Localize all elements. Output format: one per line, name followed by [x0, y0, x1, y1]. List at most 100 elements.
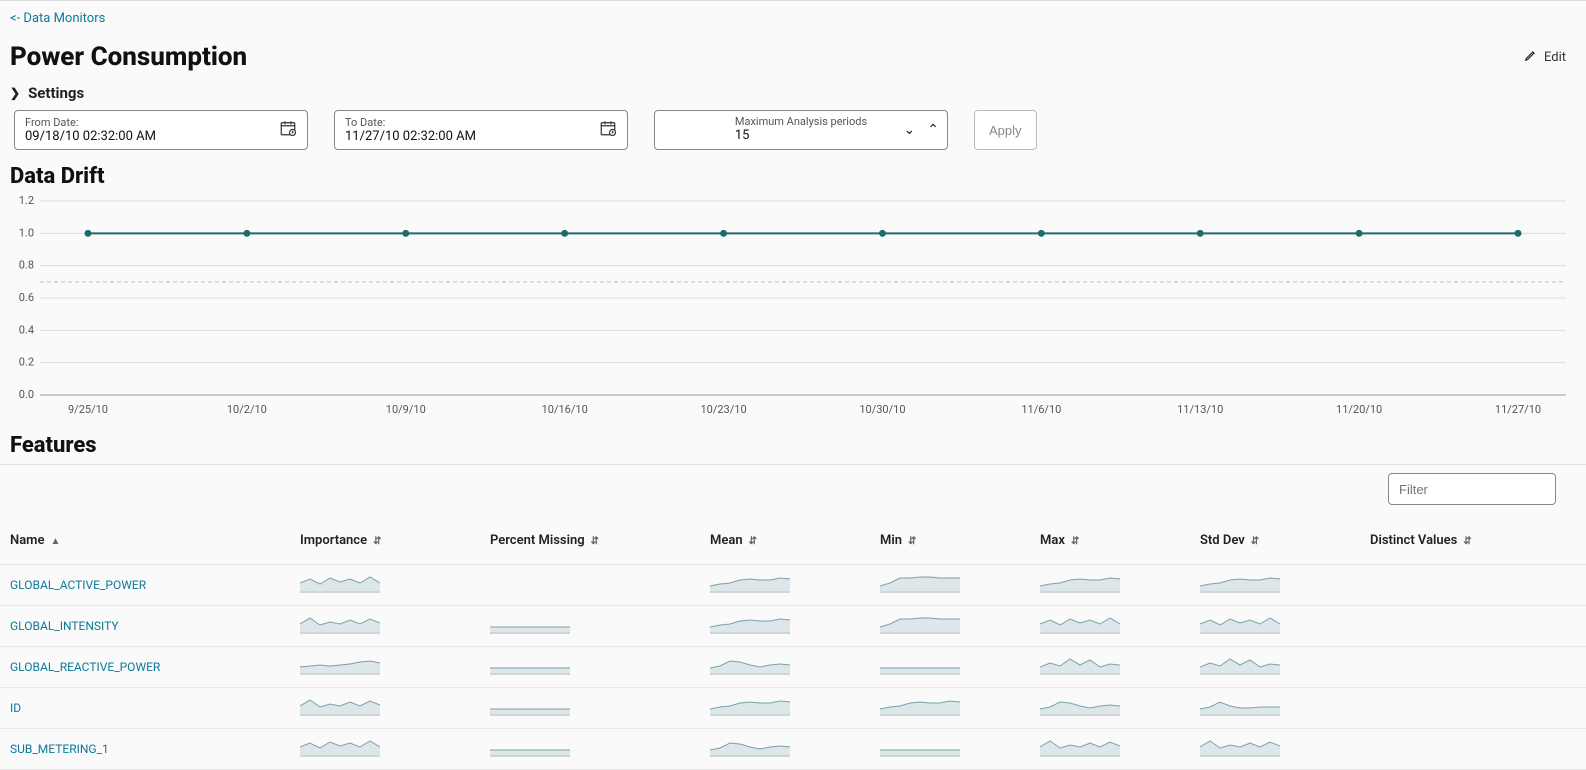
sparkline-pctmissing	[480, 565, 700, 606]
sparkline-max	[1030, 729, 1190, 770]
sparkline-min	[870, 647, 1030, 688]
sparkline-std	[1190, 729, 1360, 770]
features-heading: Features	[0, 433, 1586, 464]
sparkline-distinct	[1360, 606, 1586, 647]
sparkline-importance	[290, 688, 480, 729]
sparkline-importance	[290, 606, 480, 647]
table-row: GLOBAL_ACTIVE_POWER	[0, 565, 1586, 606]
sort-icon: ⇵	[1463, 536, 1471, 547]
sparkline-distinct	[1360, 688, 1586, 729]
sparkline-mean	[700, 688, 870, 729]
table-row: GLOBAL_INTENSITY	[0, 606, 1586, 647]
calendar-icon[interactable]	[599, 119, 617, 141]
sparkline-min	[870, 729, 1030, 770]
from-date-field[interactable]: From Date: 09/18/10 02:32:00 AM	[14, 110, 308, 150]
sparkline-min	[870, 688, 1030, 729]
sparkline-max	[1030, 688, 1190, 729]
sparkline-std	[1190, 606, 1360, 647]
breadcrumb-back[interactable]: <- Data Monitors	[0, 1, 105, 32]
max-periods-value: 15	[735, 128, 867, 143]
sparkline-mean	[700, 729, 870, 770]
max-periods-stepper[interactable]: Maximum Analysis periods 15 ⌄ ⌃	[654, 110, 948, 150]
chevron-down-icon[interactable]: ⌄	[904, 122, 916, 138]
page-title: Power Consumption	[10, 42, 247, 72]
sparkline-pctmissing	[480, 647, 700, 688]
svg-text:10/16/10: 10/16/10	[542, 403, 588, 416]
svg-text:11/13/10: 11/13/10	[1177, 403, 1223, 416]
col-name[interactable]: Name▲	[0, 521, 290, 565]
sort-icon: ⇵	[1251, 536, 1259, 547]
calendar-icon[interactable]	[279, 119, 297, 141]
sparkline-pctmissing	[480, 688, 700, 729]
to-date-field[interactable]: To Date: 11/27/10 02:32:00 AM	[334, 110, 628, 150]
sort-asc-icon: ▲	[50, 536, 60, 547]
sparkline-max	[1030, 565, 1190, 606]
svg-text:10/23/10: 10/23/10	[700, 403, 746, 416]
sparkline-distinct	[1360, 729, 1586, 770]
sparkline-pctmissing	[480, 606, 700, 647]
from-date-value: 09/18/10 02:32:00 AM	[25, 129, 297, 144]
sparkline-max	[1030, 647, 1190, 688]
apply-button[interactable]: Apply	[974, 110, 1037, 150]
sparkline-std	[1190, 647, 1360, 688]
col-std[interactable]: Std Dev⇵	[1190, 521, 1360, 565]
max-periods-label: Maximum Analysis periods	[735, 115, 867, 128]
filter-input[interactable]	[1388, 473, 1556, 505]
svg-text:10/2/10: 10/2/10	[227, 403, 267, 416]
drift-chart: 0.00.20.40.60.81.01.29/25/1010/2/1010/9/…	[0, 195, 1586, 425]
sort-icon: ⇵	[373, 536, 381, 547]
col-distinct[interactable]: Distinct Values⇵	[1360, 521, 1586, 565]
feature-link[interactable]: SUB_METERING_1	[0, 729, 290, 770]
svg-text:0.2: 0.2	[19, 356, 34, 369]
sparkline-max	[1030, 606, 1190, 647]
sparkline-mean	[700, 565, 870, 606]
from-date-label: From Date:	[25, 116, 297, 129]
feature-link[interactable]: GLOBAL_INTENSITY	[0, 606, 290, 647]
sparkline-importance	[290, 565, 480, 606]
table-row: GLOBAL_REACTIVE_POWER	[0, 647, 1586, 688]
sparkline-mean	[700, 647, 870, 688]
sort-icon: ⇵	[908, 536, 916, 547]
svg-text:0.6: 0.6	[19, 291, 34, 304]
svg-text:1.2: 1.2	[19, 195, 34, 207]
sparkline-distinct	[1360, 565, 1586, 606]
edit-label: Edit	[1544, 50, 1566, 65]
features-table: Name▲ Importance⇵ Percent Missing⇵ Mean⇵…	[0, 521, 1586, 770]
settings-toggle[interactable]: ❯ Settings	[0, 80, 1586, 110]
sparkline-importance	[290, 647, 480, 688]
feature-link[interactable]: GLOBAL_ACTIVE_POWER	[0, 565, 290, 606]
to-date-value: 11/27/10 02:32:00 AM	[345, 129, 617, 144]
sort-icon: ⇵	[749, 536, 757, 547]
sparkline-min	[870, 565, 1030, 606]
svg-text:11/27/10: 11/27/10	[1495, 403, 1541, 416]
svg-text:9/25/10: 9/25/10	[68, 403, 108, 416]
sparkline-std	[1190, 688, 1360, 729]
svg-text:1.0: 1.0	[19, 226, 34, 239]
settings-label: Settings	[28, 84, 84, 102]
sparkline-std	[1190, 565, 1360, 606]
sparkline-pctmissing	[480, 729, 700, 770]
col-max[interactable]: Max⇵	[1030, 521, 1190, 565]
chevron-right-icon: ❯	[10, 86, 20, 100]
col-importance[interactable]: Importance⇵	[290, 521, 480, 565]
col-pctmissing[interactable]: Percent Missing⇵	[480, 521, 700, 565]
sparkline-mean	[700, 606, 870, 647]
chevron-up-icon[interactable]: ⌃	[927, 122, 939, 138]
pencil-icon	[1524, 48, 1538, 66]
svg-text:10/9/10: 10/9/10	[386, 403, 426, 416]
sort-icon: ⇵	[591, 536, 599, 547]
svg-text:11/20/10: 11/20/10	[1336, 403, 1382, 416]
sparkline-min	[870, 606, 1030, 647]
table-row: ID	[0, 688, 1586, 729]
svg-text:0.4: 0.4	[19, 323, 34, 336]
svg-text:11/6/10: 11/6/10	[1021, 403, 1061, 416]
edit-button[interactable]: Edit	[1524, 48, 1566, 66]
to-date-label: To Date:	[345, 116, 617, 129]
data-drift-heading: Data Drift	[0, 164, 1586, 195]
feature-link[interactable]: GLOBAL_REACTIVE_POWER	[0, 647, 290, 688]
feature-link[interactable]: ID	[0, 688, 290, 729]
sort-icon: ⇵	[1071, 536, 1079, 547]
col-mean[interactable]: Mean⇵	[700, 521, 870, 565]
col-min[interactable]: Min⇵	[870, 521, 1030, 565]
svg-text:10/30/10: 10/30/10	[859, 403, 905, 416]
